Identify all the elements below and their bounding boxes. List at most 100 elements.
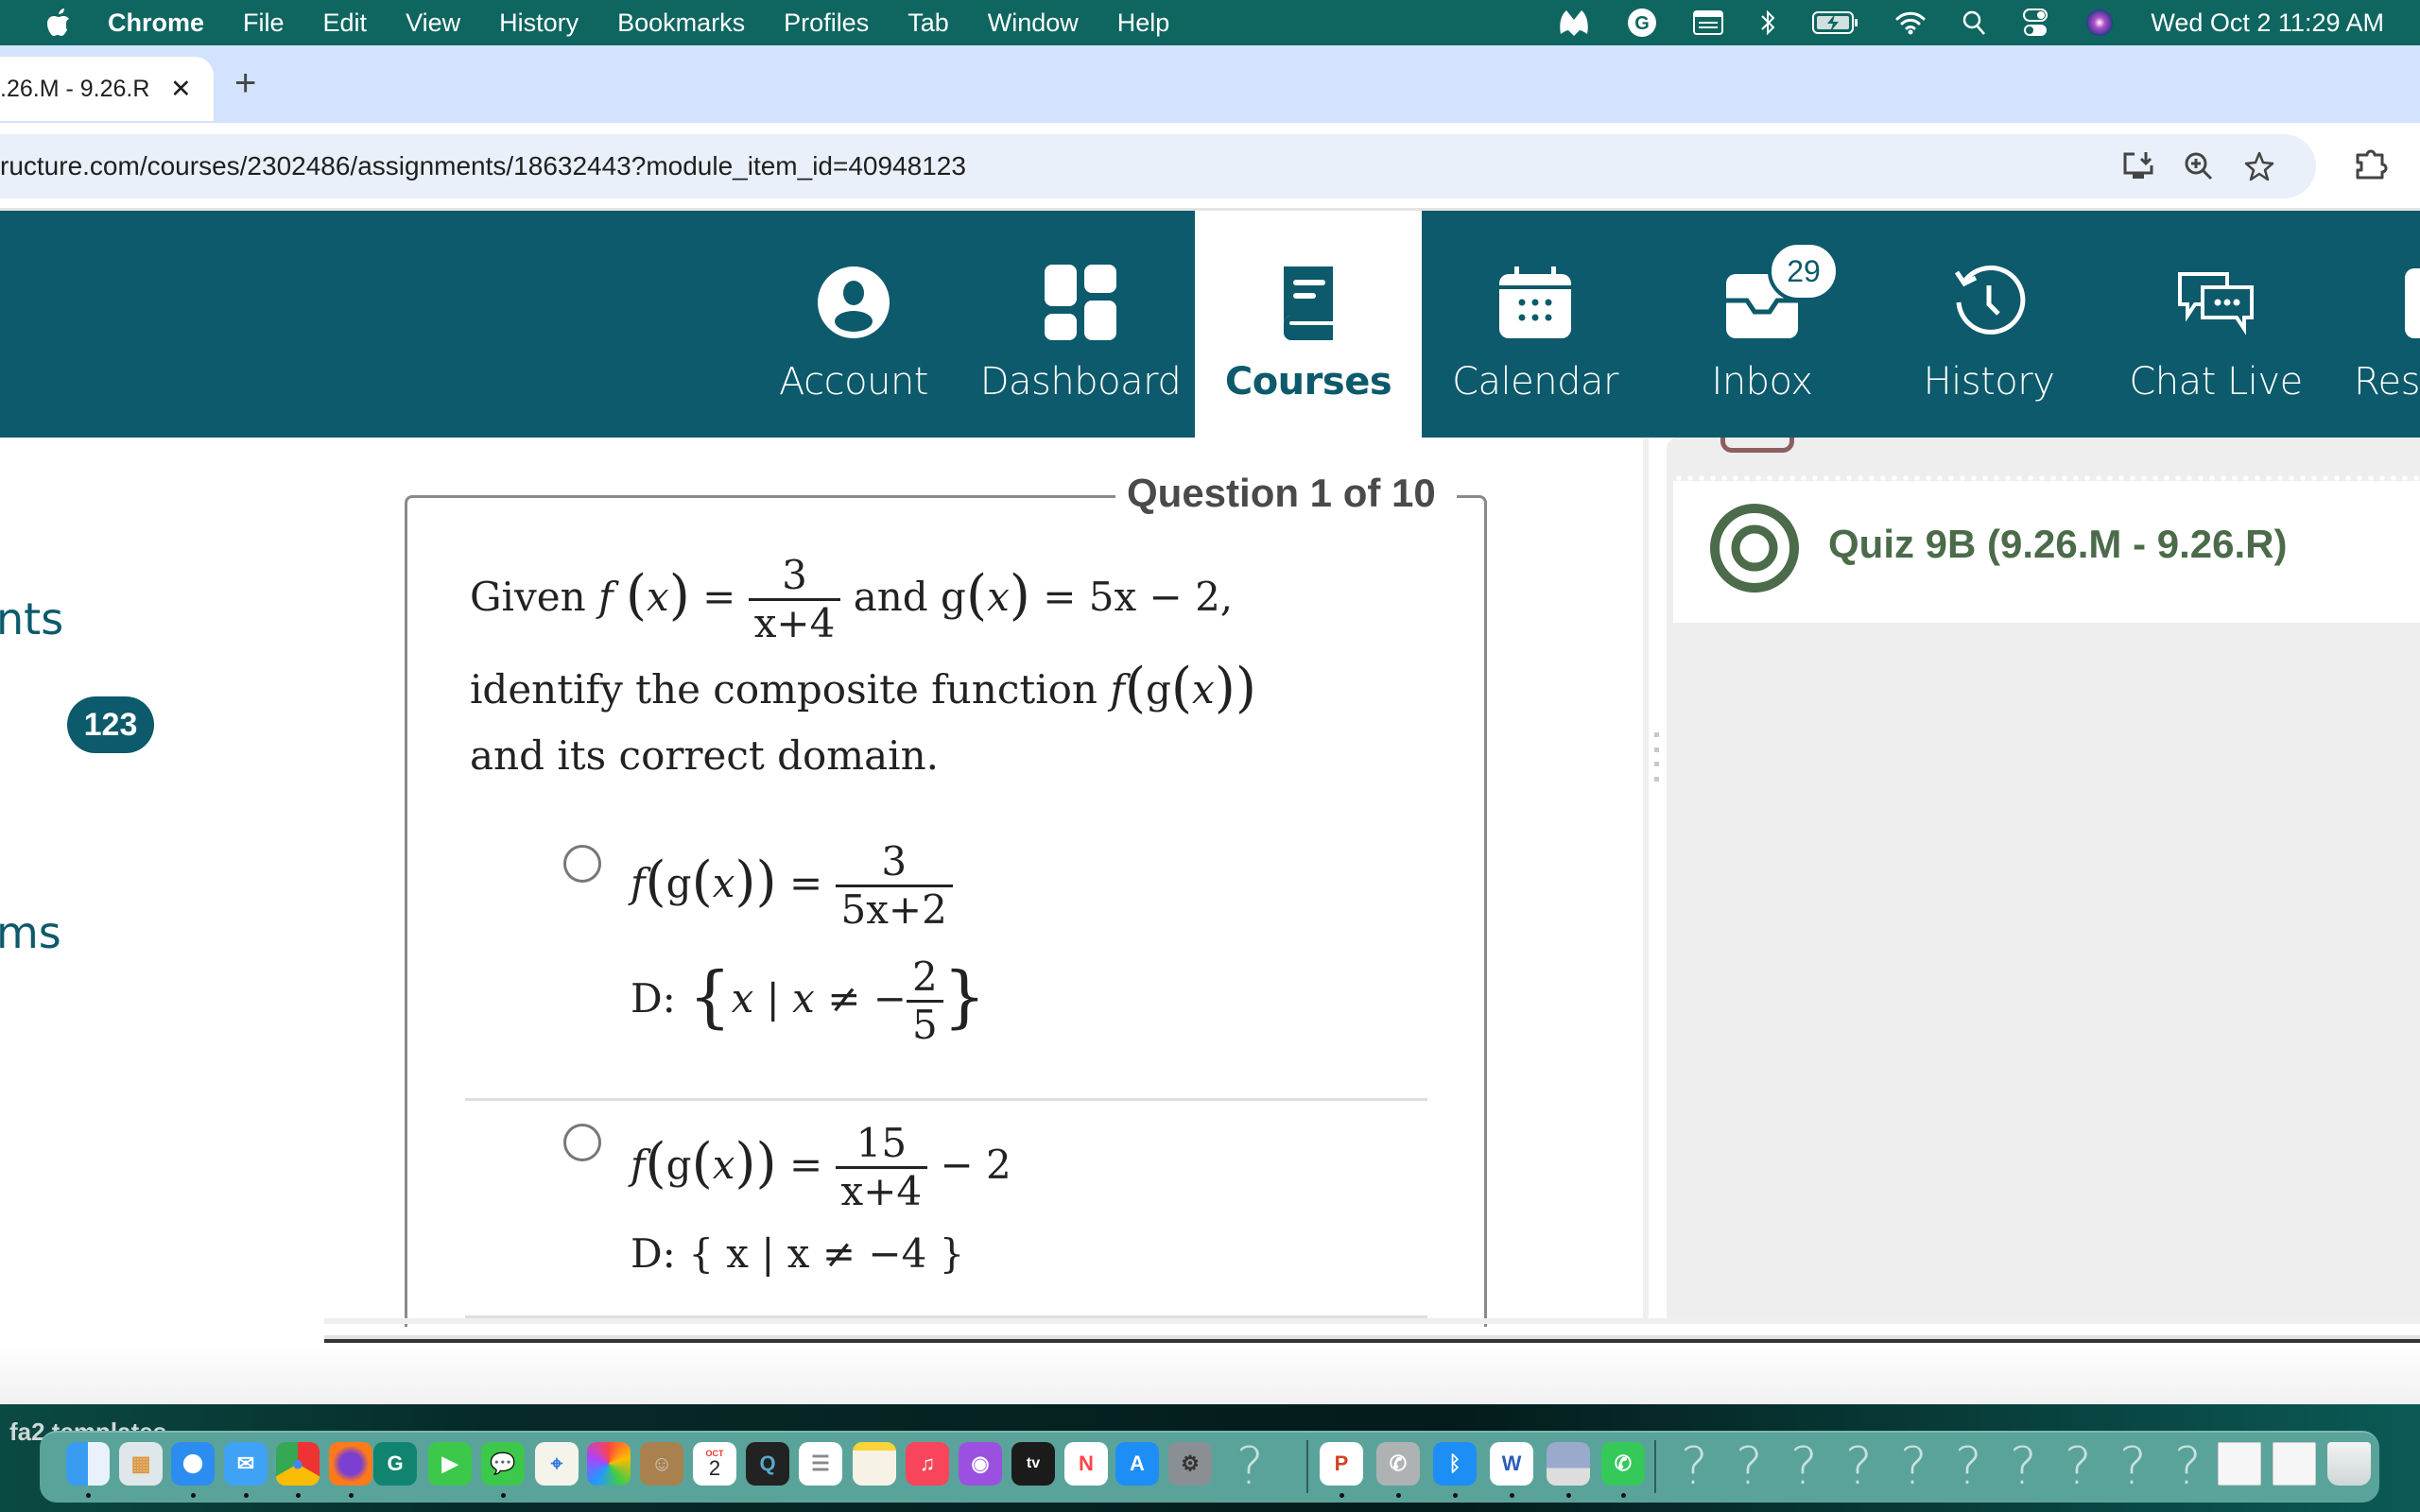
bluetooth-icon[interactable] bbox=[1759, 0, 1776, 45]
dock-app-unknown[interactable]: ? bbox=[1845, 1436, 1873, 1496]
tab-title: .26.M - 9.26.R bbox=[0, 75, 150, 102]
dock-app-contacts[interactable]: ☺ bbox=[640, 1442, 683, 1486]
dock-running-indicator bbox=[244, 1493, 249, 1498]
dock-running-indicator bbox=[1340, 1493, 1344, 1498]
wifi-icon[interactable] bbox=[1895, 0, 1926, 45]
malwarebytes-icon[interactable] bbox=[1557, 0, 1591, 45]
dock-app-whatsapp-gray[interactable]: ✆ bbox=[1376, 1442, 1420, 1486]
dock-app-chrome[interactable]: ● bbox=[276, 1442, 320, 1486]
dock-app-unknown[interactable]: ? bbox=[1900, 1436, 1927, 1496]
dock-running-indicator bbox=[1621, 1493, 1626, 1498]
question-line-3: and its correct domain. bbox=[470, 732, 939, 779]
nav-inbox[interactable]: Inbox bbox=[1649, 211, 1876, 438]
dock-app-unknown[interactable]: ? bbox=[1681, 1436, 1708, 1496]
install-app-icon[interactable] bbox=[2119, 147, 2157, 185]
dock-app-unknown[interactable]: ? bbox=[1736, 1436, 1763, 1496]
module-item-title[interactable]: Quiz 9B (9.26.M - 9.26.R) bbox=[1828, 522, 2287, 567]
spotlight-search-icon[interactable] bbox=[1962, 0, 1986, 45]
nav-account[interactable]: Account bbox=[740, 211, 967, 438]
nav-account-label: Account bbox=[778, 360, 929, 404]
dock-app-firefox[interactable] bbox=[329, 1442, 372, 1486]
browser-tab-active[interactable]: .26.M - 9.26.R ✕ bbox=[0, 57, 214, 121]
answer-a-radio[interactable] bbox=[563, 845, 601, 883]
menu-edit[interactable]: Edit bbox=[323, 9, 368, 38]
zoom-icon[interactable] bbox=[2180, 147, 2218, 185]
dock-app-photos[interactable] bbox=[587, 1442, 631, 1486]
dock-app-unknown[interactable]: ? bbox=[2119, 1436, 2147, 1496]
nav-chat-live[interactable]: Chat Live bbox=[2102, 211, 2329, 438]
menu-file[interactable]: File bbox=[243, 9, 285, 38]
dock-app-finder[interactable] bbox=[66, 1442, 110, 1486]
menu-help[interactable]: Help bbox=[1117, 9, 1170, 38]
drag-handle-icon[interactable] bbox=[1654, 732, 1660, 782]
address-bar[interactable]: ructure.com/courses/2302486/assignments/… bbox=[0, 134, 2316, 198]
dock-app-system-settings[interactable]: ⚙ bbox=[1168, 1442, 1212, 1486]
control-center-icon[interactable] bbox=[2022, 0, 2048, 45]
dock-app-grammarly[interactable]: G bbox=[373, 1442, 417, 1486]
dock-app-launchpad[interactable]: ▦ bbox=[119, 1442, 163, 1486]
nav-dashboard[interactable]: Dashboard bbox=[967, 211, 1194, 438]
dock-app-powerpoint[interactable]: P bbox=[1320, 1442, 1363, 1486]
new-tab-button[interactable]: + bbox=[234, 64, 256, 102]
extensions-puzzle-icon[interactable] bbox=[2350, 144, 2392, 185]
answer-b-fraction: 15 x+4 bbox=[835, 1120, 928, 1215]
dock-app-app-store[interactable]: A bbox=[1115, 1442, 1159, 1486]
menu-view[interactable]: View bbox=[406, 9, 460, 38]
grammarly-icon[interactable]: G bbox=[1627, 0, 1657, 45]
nav-courses[interactable]: Courses bbox=[1195, 211, 1422, 438]
dock-app-calendar[interactable]: OCT 2 bbox=[693, 1442, 736, 1486]
siri-icon[interactable] bbox=[2084, 0, 2115, 45]
dock-app-mail[interactable]: ✉ bbox=[224, 1442, 268, 1486]
dock-app-unknown[interactable]: ? bbox=[2174, 1436, 2202, 1496]
f-numerator: 3 bbox=[782, 552, 807, 598]
close-tab-icon[interactable]: ✕ bbox=[170, 75, 192, 104]
menu-bookmarks[interactable]: Bookmarks bbox=[617, 9, 745, 38]
nav-courses-label: Courses bbox=[1224, 360, 1392, 404]
battery-charging-icon[interactable] bbox=[1812, 0, 1859, 45]
course-nav-item-assignments[interactable]: nts bbox=[0, 593, 63, 644]
dock-app-tv[interactable]: tv bbox=[1011, 1442, 1055, 1486]
menu-profiles[interactable]: Profiles bbox=[784, 9, 869, 38]
dock-app-unknown[interactable]: ? bbox=[1236, 1436, 1264, 1496]
url-text[interactable]: ructure.com/courses/2302486/assignments/… bbox=[0, 151, 966, 181]
dock-app-notes[interactable] bbox=[853, 1442, 896, 1486]
dock-app-unknown[interactable]: ? bbox=[2010, 1436, 2037, 1496]
menu-chrome[interactable]: Chrome bbox=[108, 9, 204, 38]
global-navigation: Account Dashboard Courses Calendar Inbox… bbox=[0, 211, 2420, 438]
dock-app-messages[interactable]: 💬 bbox=[481, 1442, 525, 1486]
dock-app-unknown[interactable]: ? bbox=[2065, 1436, 2092, 1496]
dock-trash-icon[interactable] bbox=[2327, 1442, 2371, 1486]
dock-app-podcasts[interactable]: ◉ bbox=[959, 1442, 1002, 1486]
menu-window[interactable]: Window bbox=[988, 9, 1079, 38]
dock-app-music[interactable]: ♫ bbox=[906, 1442, 949, 1486]
panel-splitter[interactable] bbox=[1651, 438, 1664, 1321]
nav-resources[interactable]: Reso bbox=[2329, 211, 2420, 438]
dock-app-quicktime[interactable]: Q bbox=[746, 1442, 789, 1486]
dock-minimized-window[interactable] bbox=[2218, 1442, 2261, 1486]
apple-logo-icon[interactable] bbox=[40, 9, 78, 37]
dock-app-whatsapp[interactable]: ✆ bbox=[1601, 1442, 1645, 1486]
nav-calendar[interactable]: Calendar bbox=[1422, 211, 1649, 438]
dock-app-safari[interactable] bbox=[171, 1442, 215, 1486]
dock-app-unknown[interactable]: ? bbox=[1790, 1436, 1818, 1496]
dock-minimized-window[interactable] bbox=[2273, 1442, 2316, 1486]
menu-history[interactable]: History bbox=[499, 9, 579, 38]
dock-app-maps[interactable]: ⌖ bbox=[535, 1442, 579, 1486]
bookmark-star-icon[interactable] bbox=[2240, 147, 2278, 185]
dashboard-icon bbox=[1038, 260, 1123, 345]
keyboard-viewer-icon[interactable] bbox=[1693, 0, 1724, 45]
dock-app-facetime[interactable]: ▶ bbox=[428, 1442, 472, 1486]
dock-app-word[interactable]: W bbox=[1490, 1442, 1533, 1486]
dock-app-news[interactable]: N bbox=[1064, 1442, 1108, 1486]
course-nav-item-items[interactable]: ms bbox=[0, 907, 61, 958]
quiz-target-icon bbox=[1709, 503, 1800, 593]
dock-app-unknown[interactable]: ? bbox=[1955, 1436, 1982, 1496]
dock-running-indicator bbox=[86, 1493, 91, 1498]
nav-history[interactable]: History bbox=[1876, 211, 2102, 438]
answer-b-radio[interactable] bbox=[563, 1124, 601, 1161]
dock-app-bluetooth-file-exchange[interactable]: ᛒ bbox=[1433, 1442, 1477, 1486]
dock-app-preview[interactable] bbox=[1547, 1442, 1590, 1486]
menu-bar-clock[interactable]: Wed Oct 2 11:29 AM bbox=[2151, 9, 2384, 38]
menu-tab[interactable]: Tab bbox=[908, 9, 949, 38]
dock-app-reminders[interactable]: ☰ bbox=[799, 1442, 842, 1486]
